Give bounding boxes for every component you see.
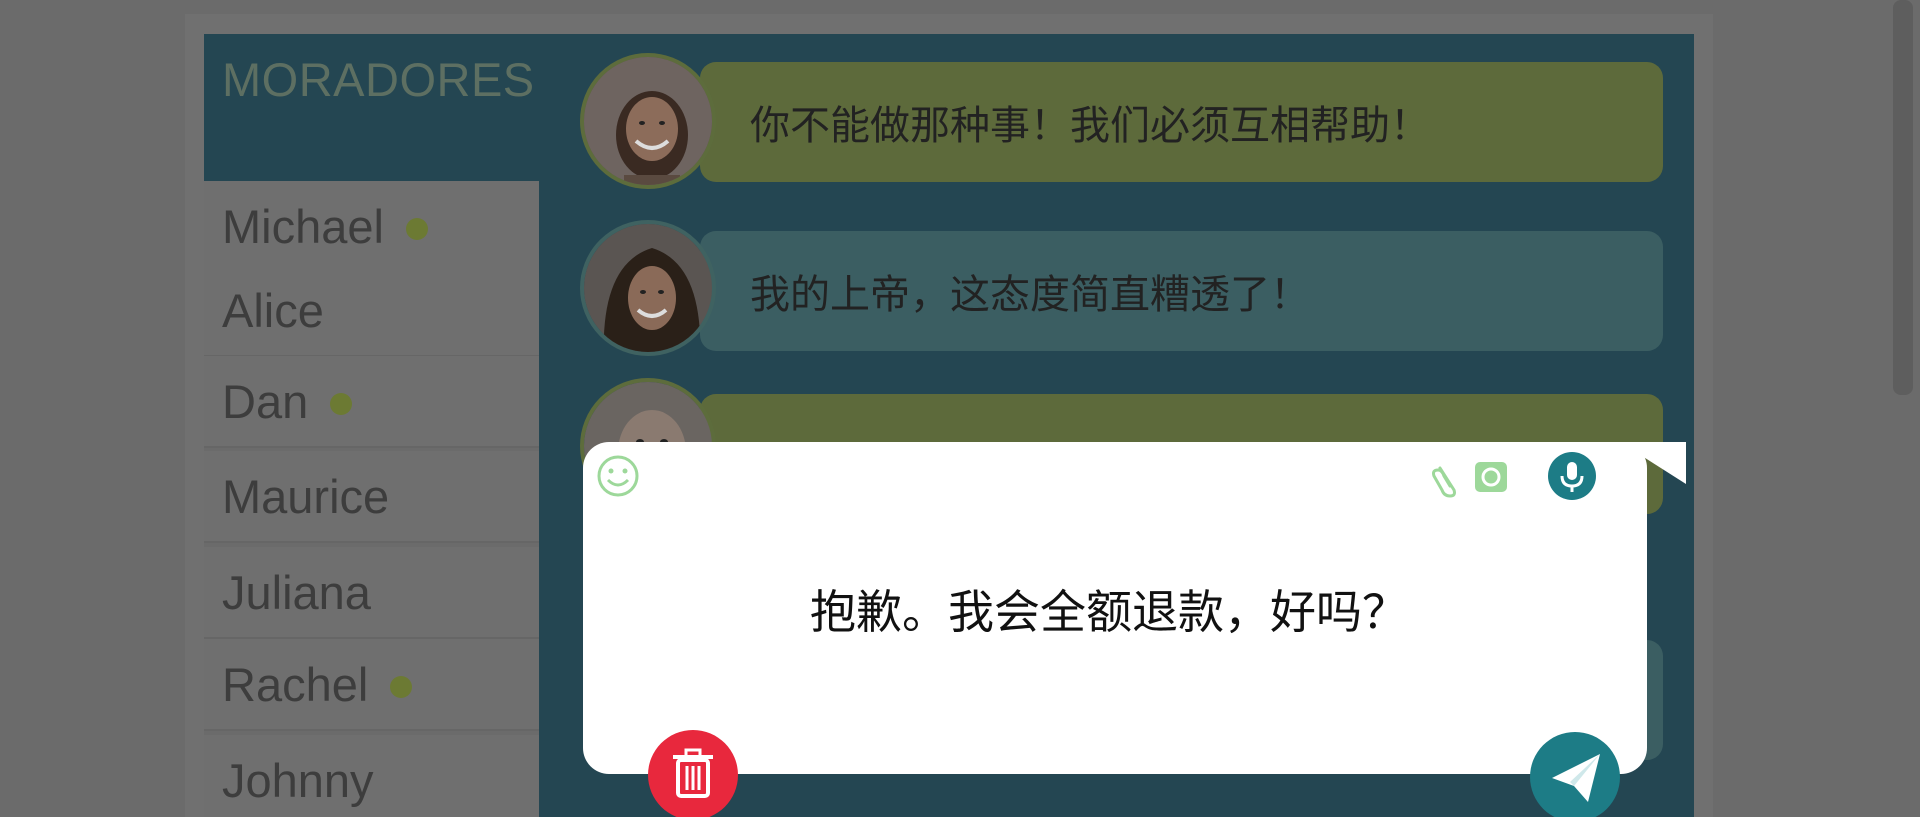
online-indicator (330, 393, 353, 415)
compose-panel-tail (1620, 442, 1686, 484)
trash-icon[interactable] (648, 730, 738, 817)
resident-item-juliana[interactable]: Juliana (204, 547, 539, 639)
resident-name: Dan (222, 374, 309, 428)
resident-name: Juliana (222, 565, 371, 619)
online-indicator (405, 218, 428, 240)
sidebar-title: MORADORES (222, 53, 535, 106)
paperclip-icon[interactable] (1432, 462, 1460, 498)
resident-item-dan[interactable]: Dan (204, 356, 539, 448)
resident-name: Rachel (222, 657, 369, 711)
camera-icon[interactable] (1475, 462, 1507, 492)
microphone-icon[interactable] (1548, 452, 1596, 500)
resident-list: Michael Alice Dan Maurice Juliana Rachel… (204, 181, 539, 817)
woman-smiling-avatar[interactable] (580, 53, 716, 189)
resident-item-alice[interactable]: Alice (204, 265, 539, 357)
message-bubble: 我的上帝，这态度简直糟透了！ (700, 231, 1663, 351)
send-icon[interactable] (1530, 732, 1620, 817)
message-text: 你不能做那种事！我们必须互相帮助！ (750, 103, 1430, 149)
message-bubble: 你不能做那种事！我们必须互相帮助！ (700, 62, 1663, 182)
resident-item-michael[interactable]: Michael (204, 181, 539, 273)
resident-item-johnny[interactable]: Johnny (204, 735, 539, 817)
resident-item-rachel[interactable]: Rachel (204, 639, 539, 731)
resident-name: Johnny (222, 753, 374, 807)
message-text: 我的上帝，这态度简直糟透了！ (750, 272, 1310, 318)
woman-long-hair-avatar[interactable] (580, 220, 716, 356)
resident-item-maurice[interactable]: Maurice (204, 451, 539, 543)
resident-name: Alice (222, 283, 324, 337)
resident-name: Maurice (222, 469, 390, 523)
smiley-icon[interactable] (596, 454, 640, 498)
message-draft[interactable]: 抱歉。我会全额退款，好吗？ (810, 576, 1408, 642)
page-scrollbar[interactable] (1893, 0, 1913, 395)
online-indicator (390, 676, 413, 698)
resident-name: Michael (222, 199, 384, 253)
